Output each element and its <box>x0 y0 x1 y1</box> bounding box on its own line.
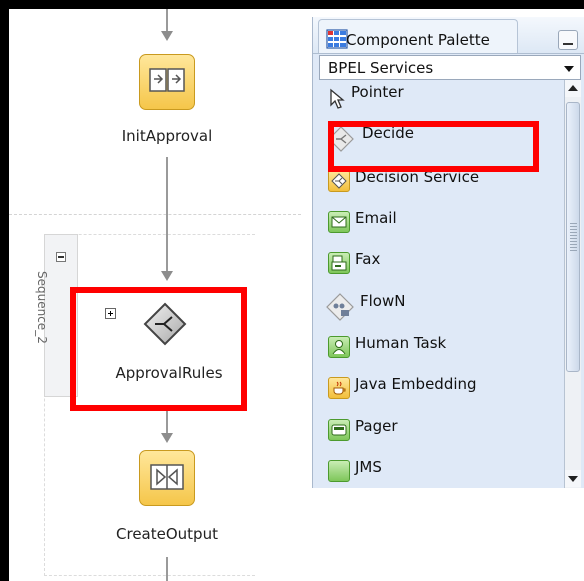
palette-item-decide[interactable]: Decide <box>319 120 564 158</box>
palette-item-label: FlowN <box>360 292 406 310</box>
pager-icon <box>328 419 350 441</box>
palette-item-jms[interactable]: JMS <box>319 454 564 488</box>
blank-area <box>312 488 584 581</box>
palette-item-email[interactable]: Email <box>319 205 564 243</box>
decide-icon <box>328 126 354 152</box>
create-output-activity[interactable] <box>139 450 195 506</box>
connector <box>166 157 168 271</box>
sequence-label: Sequence_2 <box>35 271 49 344</box>
palette-item-label: Email <box>355 209 397 227</box>
human-task-icon <box>328 336 350 358</box>
scope-boundary <box>9 214 301 215</box>
arrowhead <box>161 31 173 41</box>
palette-item-pointer[interactable]: Pointer <box>319 80 564 118</box>
connector <box>166 557 168 581</box>
palette-item-label: JMS <box>355 458 382 476</box>
fax-icon <box>328 252 350 274</box>
approval-rules-activity[interactable] <box>143 302 187 346</box>
palette-item-decision-service[interactable]: Decision Service <box>319 163 564 201</box>
sequence-header <box>44 234 78 397</box>
palette-category-select[interactable]: BPEL Services <box>319 55 581 80</box>
chevron-down-icon <box>564 66 574 72</box>
pointer-icon <box>330 88 345 109</box>
palette-tab[interactable]: Component Palette <box>318 19 518 53</box>
scroll-thumb[interactable] <box>566 102 580 372</box>
palette-category-value: BPEL Services <box>328 59 434 77</box>
arrowhead <box>161 271 173 281</box>
palette-item-human-task[interactable]: Human Task <box>319 330 564 368</box>
palette-item-fax[interactable]: Fax <box>319 246 564 284</box>
approval-rules-label: ApprovalRules <box>115 364 223 382</box>
palette-item-label: Fax <box>355 250 381 268</box>
palette-item-label: Decide <box>362 124 414 142</box>
flown-icon <box>326 293 354 321</box>
assign-icon <box>149 68 185 92</box>
palette-item-pager[interactable]: Pager <box>319 413 564 451</box>
scroll-up-button[interactable] <box>565 80 581 97</box>
jms-icon <box>328 460 350 482</box>
java-embedding-icon <box>328 377 350 399</box>
palette-list: Pointer Decide Decision Service Email Fa… <box>319 80 564 488</box>
palette-item-label: Pointer <box>351 83 404 101</box>
create-output-label: CreateOutput <box>116 525 218 543</box>
decide-icon <box>143 302 187 346</box>
palette-item-label: Java Embedding <box>355 375 477 393</box>
connector <box>166 405 168 436</box>
connector <box>166 9 168 32</box>
transform-icon <box>150 464 184 490</box>
init-approval-label: InitApproval <box>121 127 213 145</box>
component-palette: Component Palette BPEL Services Pointer <box>312 17 584 488</box>
minimize-button[interactable] <box>558 30 578 50</box>
palette-item-label: Human Task <box>355 334 447 352</box>
palette-item-label: Decision Service <box>355 168 480 186</box>
palette-item-flown[interactable]: FlowN <box>319 288 564 326</box>
palette-grid-icon <box>326 29 348 49</box>
palette-title: Component Palette <box>346 31 490 49</box>
init-approval-activity[interactable] <box>139 54 195 110</box>
collapse-sequence-button[interactable] <box>56 252 66 262</box>
expand-activity-button[interactable] <box>105 308 116 319</box>
palette-item-label: Pager <box>355 417 398 435</box>
bpel-canvas: Sequence_2 InitApproval ApprovalRules Cr… <box>9 9 584 581</box>
palette-header: Component Palette <box>313 17 584 54</box>
decision-service-icon <box>328 170 350 192</box>
email-icon <box>328 211 350 233</box>
palette-scrollbar[interactable] <box>564 80 581 488</box>
arrowhead <box>161 433 173 443</box>
palette-item-java-embedding[interactable]: Java Embedding <box>319 371 564 409</box>
scroll-down-button[interactable] <box>565 470 581 487</box>
